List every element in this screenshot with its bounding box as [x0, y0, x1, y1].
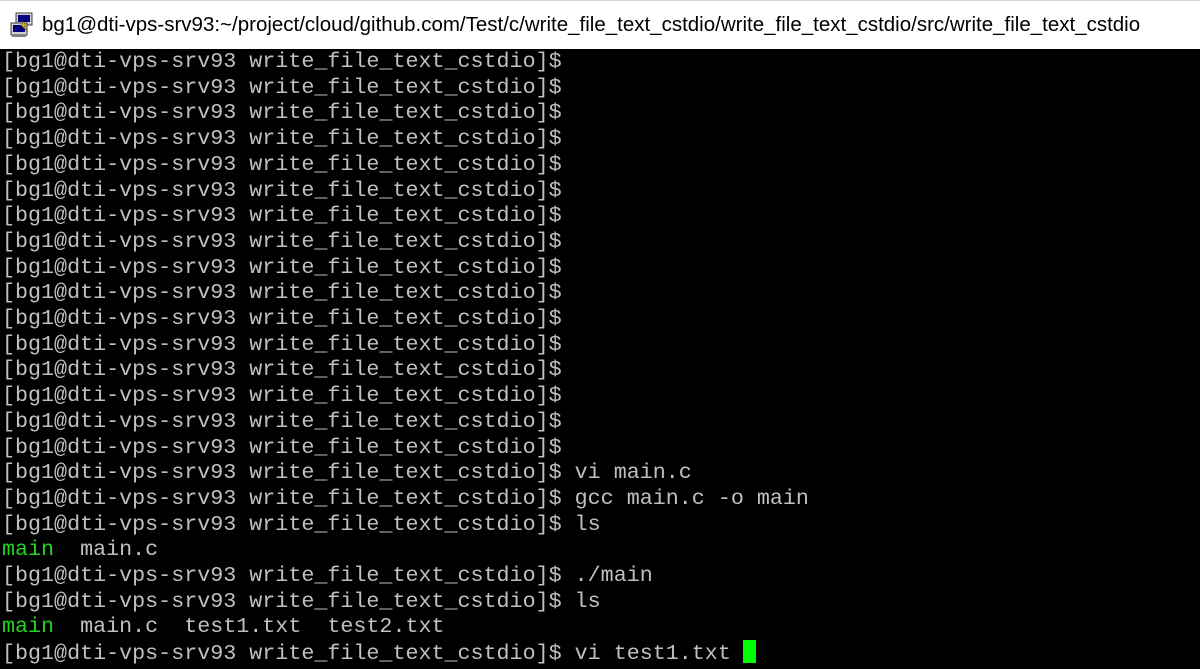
- shell-prompt: [bg1@dti-vps-srv93 write_file_text_cstdi…: [2, 254, 562, 280]
- prompt-line: [bg1@dti-vps-srv93 write_file_text_cstdi…: [2, 100, 562, 126]
- executable-file-name: main: [2, 614, 55, 640]
- shell-prompt: [bg1@dti-vps-srv93 write_file_text_cstdi…: [2, 331, 562, 357]
- text-cursor: [742, 640, 756, 664]
- command-text: vi test1.txt: [561, 641, 731, 667]
- prompt-line: [bg1@dti-vps-srv93 write_file_text_cstdi…: [2, 332, 562, 358]
- shell-prompt: [bg1@dti-vps-srv93 write_file_text_cstdi…: [2, 641, 562, 667]
- prompt-line: [bg1@dti-vps-srv93 write_file_text_cstdi…: [2, 357, 562, 383]
- shell-prompt: [bg1@dti-vps-srv93 write_file_text_cstdi…: [2, 511, 562, 537]
- command-text: ./main: [561, 563, 653, 588]
- command-text: ls: [561, 588, 601, 614]
- shell-prompt: [bg1@dti-vps-srv93 write_file_text_cstdi…: [2, 203, 562, 229]
- prompt-line: [bg1@dti-vps-srv93 write_file_text_cstdi…: [2, 383, 562, 409]
- terminal-output[interactable]: [bg1@dti-vps-srv93 write_file_text_cstdi…: [0, 49, 1200, 669]
- shell-prompt: [bg1@dti-vps-srv93 write_file_text_cstdi…: [2, 228, 562, 254]
- command-text: ls: [561, 511, 601, 537]
- prompt-line: [bg1@dti-vps-srv93 write_file_text_cstdi…: [2, 589, 601, 615]
- command-output-line: main main.c: [2, 537, 158, 563]
- prompt-line: [bg1@dti-vps-srv93 write_file_text_cstdi…: [2, 229, 562, 255]
- prompt-line: [bg1@dti-vps-srv93 write_file_text_cstdi…: [2, 178, 562, 204]
- shell-prompt: [bg1@dti-vps-srv93 write_file_text_cstdi…: [2, 126, 562, 152]
- prompt-line: [bg1@dti-vps-srv93 write_file_text_cstdi…: [2, 152, 562, 178]
- prompt-line: [bg1@dti-vps-srv93 write_file_text_cstdi…: [2, 306, 562, 332]
- prompt-line: [bg1@dti-vps-srv93 write_file_text_cstdi…: [2, 512, 601, 538]
- putty-terminal-icon: [10, 12, 33, 37]
- shell-prompt: [bg1@dti-vps-srv93 write_file_text_cstdi…: [2, 408, 562, 434]
- window-title: bg1@dti-vps-srv93:~/project/cloud/github…: [42, 13, 1141, 36]
- shell-prompt: [bg1@dti-vps-srv93 write_file_text_cstdi…: [2, 588, 562, 614]
- prompt-line: [bg1@dti-vps-srv93 write_file_text_cstdi…: [2, 435, 562, 461]
- shell-prompt: [bg1@dti-vps-srv93 write_file_text_cstdi…: [2, 74, 562, 100]
- terminal-window: bg1@dti-vps-srv93:~/project/cloud/github…: [0, 0, 1200, 669]
- prompt-line: [bg1@dti-vps-srv93 write_file_text_cstdi…: [2, 255, 562, 281]
- file-name: main.c: [54, 537, 159, 563]
- command-text: gcc main.c -o main: [561, 485, 809, 511]
- shell-prompt: [bg1@dti-vps-srv93 write_file_text_cstdi…: [2, 563, 562, 588]
- prompt-line: [bg1@dti-vps-srv93 write_file_text_cstdi…: [2, 203, 562, 229]
- shell-prompt: [bg1@dti-vps-srv93 write_file_text_cstdi…: [2, 151, 562, 177]
- prompt-line: [bg1@dti-vps-srv93 write_file_text_cstdi…: [2, 563, 653, 589]
- shell-prompt: [bg1@dti-vps-srv93 write_file_text_cstdi…: [2, 100, 562, 126]
- prompt-line: [bg1@dti-vps-srv93 write_file_text_cstdi…: [2, 409, 562, 435]
- prompt-line: [bg1@dti-vps-srv93 write_file_text_cstdi…: [2, 49, 562, 75]
- prompt-line: [bg1@dti-vps-srv93 write_file_text_cstdi…: [2, 126, 562, 152]
- prompt-line: [bg1@dti-vps-srv93 write_file_text_cstdi…: [2, 460, 692, 486]
- shell-prompt: [bg1@dti-vps-srv93 write_file_text_cstdi…: [2, 485, 562, 511]
- command-text: vi main.c: [561, 460, 692, 486]
- shell-prompt: [bg1@dti-vps-srv93 write_file_text_cstdi…: [2, 49, 562, 74]
- title-bar[interactable]: bg1@dti-vps-srv93:~/project/cloud/github…: [0, 0, 1200, 49]
- prompt-line: [bg1@dti-vps-srv93 write_file_text_cstdi…: [2, 75, 562, 101]
- shell-prompt: [bg1@dti-vps-srv93 write_file_text_cstdi…: [2, 357, 562, 383]
- file-name: main.c test1.txt test2.txt: [54, 614, 445, 640]
- shell-prompt: [bg1@dti-vps-srv93 write_file_text_cstdi…: [2, 383, 562, 409]
- prompt-line: [bg1@dti-vps-srv93 write_file_text_cstdi…: [2, 486, 809, 512]
- shell-prompt: [bg1@dti-vps-srv93 write_file_text_cstdi…: [2, 460, 562, 486]
- prompt-line: [bg1@dti-vps-srv93 write_file_text_cstdi…: [2, 280, 562, 306]
- executable-file-name: main: [2, 537, 55, 563]
- shell-prompt: [bg1@dti-vps-srv93 write_file_text_cstdi…: [2, 280, 562, 306]
- command-output-line: main main.c test1.txt test2.txt: [2, 614, 445, 640]
- shell-prompt: [bg1@dti-vps-srv93 write_file_text_cstdi…: [2, 177, 562, 203]
- shell-prompt: [bg1@dti-vps-srv93 write_file_text_cstdi…: [2, 306, 562, 331]
- shell-prompt: [bg1@dti-vps-srv93 write_file_text_cstdi…: [2, 434, 562, 460]
- prompt-line: [bg1@dti-vps-srv93 write_file_text_cstdi…: [2, 640, 756, 666]
